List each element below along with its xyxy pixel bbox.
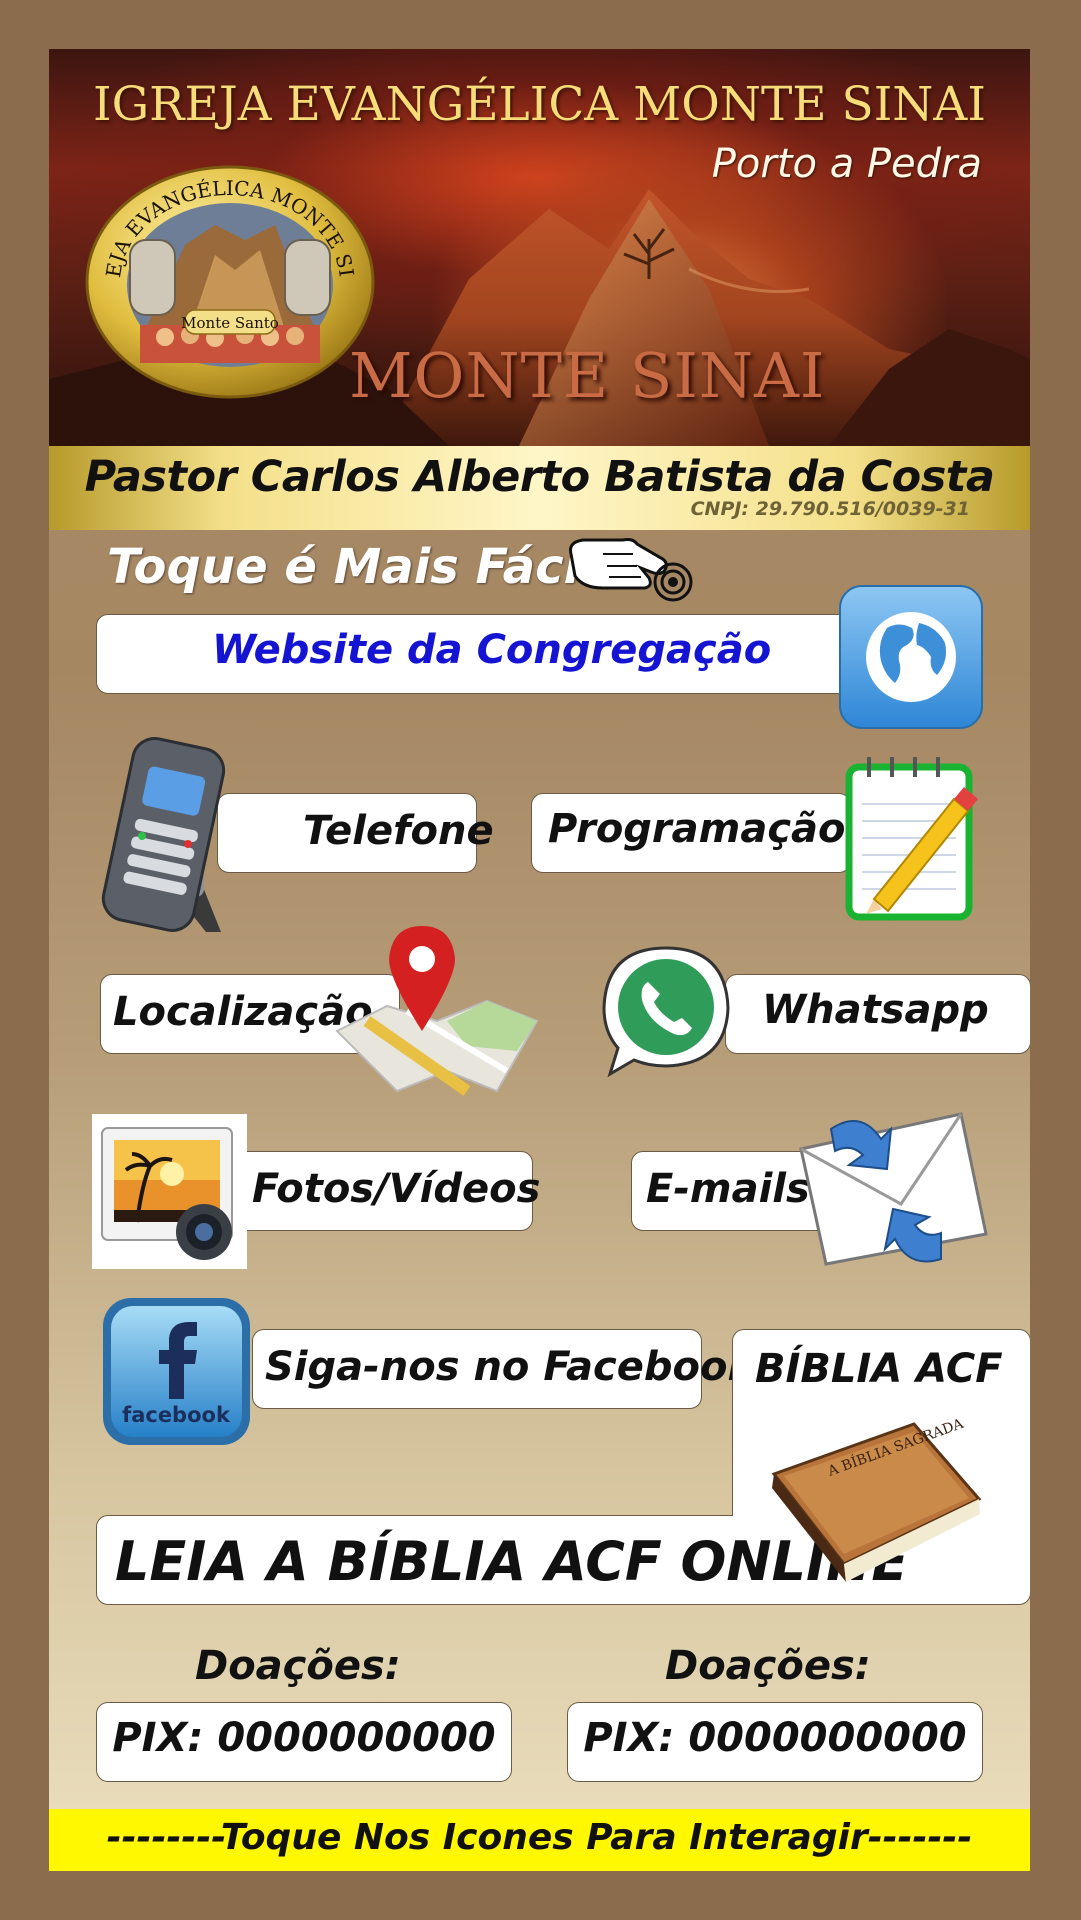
- mail-arrows-icon[interactable]: [791, 1109, 991, 1269]
- fotos-label: Fotos/Vídeos: [252, 1166, 541, 1212]
- telefone-label: Telefone: [303, 808, 494, 854]
- header-banner: IGREJA EVANGÉLICA MONTE SINAI Porto a Pe…: [49, 49, 1030, 446]
- banner-title: MONTE SINAI: [349, 339, 826, 412]
- emails-label: E-mails: [646, 1166, 810, 1212]
- website-button[interactable]: Website da Congregação: [96, 614, 896, 694]
- pastor-name: Pastor Carlos Alberto Batista da Costa: [84, 452, 995, 502]
- facebook-label: Siga-nos no Facebook: [265, 1344, 755, 1390]
- telefone-button[interactable]: Telefone: [217, 793, 494, 873]
- website-label: Website da Congregação: [212, 627, 772, 673]
- pix-value-2: PIX: 0000000000: [583, 1715, 967, 1761]
- church-name: IGREJA EVANGÉLICA MONTE SINAI: [93, 77, 986, 132]
- notepad-pencil-icon[interactable]: [844, 749, 984, 924]
- donation-label-1: Doações:: [195, 1643, 401, 1689]
- logo-inner-text: Monte Santo: [181, 314, 279, 332]
- footer-bar: --------Toque Nos Icones Para Interagir-…: [49, 1809, 1030, 1871]
- bible-book-icon[interactable]: A BÍBLIA SAGRADA: [754, 1414, 984, 1589]
- facebook-icon[interactable]: facebook: [99, 1294, 254, 1449]
- footer-text: --------Toque Nos Icones Para Interagir-…: [106, 1817, 973, 1858]
- pix-value-1: PIX: 0000000000: [112, 1715, 496, 1761]
- menu-card: IGREJA EVANGÉLICA MONTE SINAI Porto a Pe…: [49, 49, 1030, 1871]
- pastor-bar: Pastor Carlos Alberto Batista da Costa C…: [49, 446, 1030, 530]
- pix-box-2[interactable]: PIX: 0000000000: [567, 1702, 983, 1782]
- whatsapp-icon[interactable]: [596, 942, 736, 1082]
- map-pin-icon[interactable]: [327, 921, 547, 1101]
- facebook-button[interactable]: Siga-nos no Facebook: [252, 1329, 754, 1409]
- phone-icon[interactable]: [96, 732, 241, 942]
- cnpj-text: CNPJ: 29.790.516/0039-31: [690, 498, 970, 520]
- church-location: Porto a Pedra: [711, 141, 982, 187]
- touch-title: Toque é Mais Fácil: [107, 539, 597, 595]
- whatsapp-label: Whatsapp: [762, 987, 989, 1033]
- facebook-icon-text: facebook: [122, 1403, 231, 1427]
- fotos-button[interactable]: Fotos/Vídeos: [229, 1151, 540, 1231]
- church-logo: IGREJA EVANGÉLICA MONTE SINAI Monte Sant…: [85, 165, 375, 400]
- globe-icon[interactable]: [837, 583, 985, 731]
- pix-box-1[interactable]: PIX: 0000000000: [96, 1702, 512, 1782]
- programacao-button[interactable]: Programação: [531, 793, 851, 873]
- donation-label-2: Doações:: [665, 1643, 871, 1689]
- pointing-hand-icon: [569, 538, 693, 602]
- biblia-title: BÍBLIA ACF: [755, 1346, 1003, 1392]
- photo-camera-icon[interactable]: [92, 1114, 247, 1269]
- programacao-label: Programação: [548, 806, 846, 852]
